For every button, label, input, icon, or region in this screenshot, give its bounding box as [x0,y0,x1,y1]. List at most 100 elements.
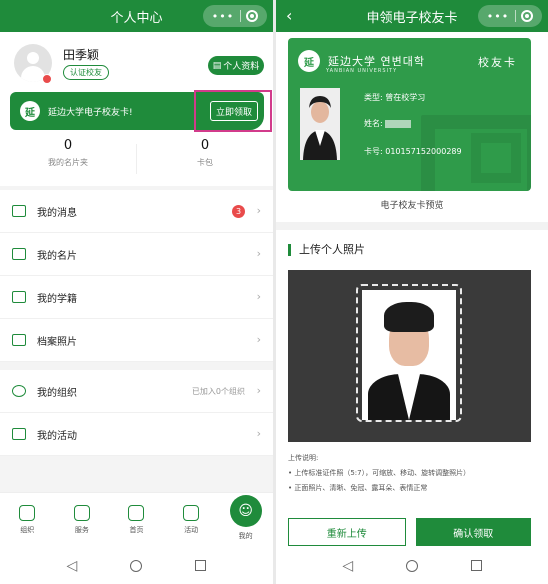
tab-label: 服务 [74,526,89,534]
page-title: 申领电子校友卡 [366,10,458,26]
personal-center-screen: 个人中心 ••• 田季颖 认证校友 ▤ 个人资料 延 延边大学电子校友卡! 立即… [0,0,273,584]
menu-label: 我的活动 [37,430,77,442]
profile-section: 田季颖 认证校友 ▤ 个人资料 [0,32,273,90]
group-icon [12,385,26,397]
alumni-card-preview: 延 延边大学 연변대학 YANBIAN UNIVERSITY 校友卡 类型: 曾… [288,38,531,191]
university-logo-icon: 延 [20,101,40,121]
card-decoration [471,133,521,183]
notes-line: • 正面照片、清晰、免冠、露耳朵、表情正常 [288,484,428,492]
confirm-claim-button[interactable]: 确认领取 [415,518,531,546]
more-icon[interactable]: ••• [487,10,509,23]
tab-service[interactable]: 服务 [55,493,110,547]
preview-label: 电子校友卡预览 [380,201,444,211]
mini-program-capsule[interactable]: ••• [478,5,542,27]
back-arrow-icon[interactable]: ‹ [286,6,292,25]
personal-info-button[interactable]: ▤ 个人资料 [208,56,264,75]
service-icon [73,505,90,521]
menu-item-archive-photo[interactable]: 档案照片 › [0,319,273,362]
chevron-right-icon: › [256,290,261,303]
joined-count-text: 已加入0个组织 [191,387,245,396]
stat-label: 我的名片夹 [48,158,88,167]
tab-activities[interactable]: 活动 [164,493,219,547]
more-icon[interactable]: ••• [212,10,234,23]
chevron-right-icon: › [256,427,261,440]
menu-item-business-card[interactable]: 我的名片 › [0,233,273,276]
mini-program-capsule[interactable]: ••• [203,5,267,27]
tab-label: 活动 [184,526,199,534]
stat-value: 0 [63,138,73,153]
section-gap [276,222,548,230]
recents-square-icon[interactable] [470,560,482,571]
system-nav-bar: ◁ [276,547,548,584]
business-card-icon [12,248,26,260]
menu-label: 我的学籍 [37,293,77,305]
crop-frame[interactable] [356,284,462,422]
menu-item-organization[interactable]: 我的组织 已加入0个组织 › [0,370,273,413]
back-triangle-icon[interactable]: ◁ [67,558,78,574]
menu-item-student-status[interactable]: 我的学籍 › [0,276,273,319]
chevron-right-icon: › [256,204,261,217]
page-title: 个人中心 [110,10,163,26]
tab-label: 首页 [129,526,144,534]
action-buttons: 重新上传 确认领取 [288,518,531,546]
tab-label: 组织 [20,526,35,534]
home-circle-icon[interactable] [405,559,418,572]
notes-title: 上传说明: [288,454,319,462]
menu-group-2: 我的组织 已加入0个组织 › 我的活动 › [0,370,273,456]
menu-label: 我的消息 [37,207,77,219]
avatar-badge-icon [42,74,52,84]
upload-notes: 上传说明: • 上传标准证件照（5:7），可缩放、移动、旋转调整照片） • 正面… [288,451,470,496]
left-header: 个人中心 ••• [0,0,273,32]
type-value: 曾在校学习 [385,93,426,102]
school-name: 延边大学 연변대학 [328,55,425,68]
tab-organization[interactable]: 组织 [0,493,55,547]
flag-icon [12,428,26,440]
id-value: 010157152000289 [385,147,462,156]
reupload-button[interactable]: 重新上传 [288,518,406,546]
close-mini-program-icon[interactable] [246,10,259,22]
card-number-field: 卡号: 010157152000289 [364,146,462,157]
recents-square-icon[interactable] [195,560,207,571]
tab-label: 我的 [238,532,253,540]
card-name-field: 姓名: [364,118,412,129]
chevron-right-icon: › [256,247,261,260]
close-mini-program-icon[interactable] [521,10,534,22]
user-name: 田季颖 [63,48,100,62]
chevron-right-icon: › [256,333,261,346]
chevron-right-icon: › [256,384,261,397]
id-label: 卡号: [364,147,383,156]
portrait-image [300,88,340,160]
system-nav-bar: ◁ [0,547,273,584]
right-header: ‹ 申领电子校友卡 ••• [276,0,548,32]
document-icon: ▤ [212,60,222,71]
card-type-field: 类型: 曾在校学习 [364,92,425,103]
menu-label: 我的名片 [37,250,77,262]
name-label: 姓名: [364,119,383,128]
capsule-divider [239,10,241,22]
card-bag-stat[interactable]: 0 卡包 [137,132,273,186]
home-circle-icon[interactable] [130,559,143,572]
notes-line: • 上传标准证件照（5:7），可缩放、移动、旋转调整照片） [288,469,471,477]
location-icon [19,505,36,521]
unread-badge: 3 [232,205,245,218]
card-photo [300,88,340,160]
type-label: 类型: [364,93,383,102]
menu-group-1: 我的消息 3 › 我的名片 › 我的学籍 › 档案照片 › [0,190,273,362]
capsule-divider [514,10,516,22]
banner-text: 延边大学电子校友卡! [48,107,133,118]
card-type-title: 校友卡 [478,56,517,69]
card-holder-stat[interactable]: 0 我的名片夹 [0,132,136,186]
home-icon [128,505,145,521]
menu-item-activities[interactable]: 我的活动 › [0,413,273,456]
back-triangle-icon[interactable]: ◁ [342,558,353,574]
menu-label: 我的组织 [37,387,77,399]
school-english-name: YANBIAN UNIVERSITY [326,68,398,74]
tab-home[interactable]: 首页 [109,493,164,547]
photo-editor[interactable] [288,270,531,442]
tab-mine[interactable]: ☺ 我的 [218,493,273,547]
section-title: 上传个人照片 [288,244,365,256]
personal-info-label: 个人资料 [223,62,260,72]
bottom-tab-bar: 组织 服务 首页 活动 ☺ 我的 [0,492,273,547]
university-logo-icon: 延 [298,50,320,72]
menu-item-messages[interactable]: 我的消息 3 › [0,190,273,233]
